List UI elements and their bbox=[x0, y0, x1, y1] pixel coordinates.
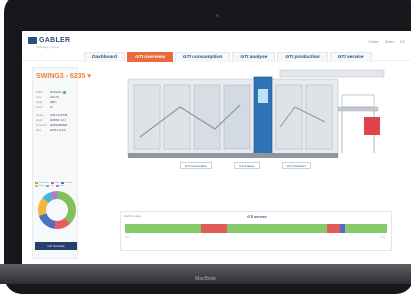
property-label: Article bbox=[36, 119, 43, 122]
timeline-end-label: 16:00 bbox=[379, 237, 385, 239]
legend-label: Stop bbox=[54, 182, 60, 184]
property-value: GHS 1.64.05.88 bbox=[50, 114, 68, 117]
status-timeline-bar bbox=[125, 224, 387, 233]
legend-label: Production bbox=[39, 182, 49, 184]
machine-buttons: GTI consumption GTI analyse GTI production bbox=[180, 162, 311, 169]
tab-dashboard[interactable]: Dashboard bbox=[84, 52, 126, 62]
machine-properties: Status Production Type GD 1.64 Serial 298 H Co… bbox=[36, 90, 78, 133]
legend-label: Service bbox=[65, 182, 73, 184]
legend-item: Idle bbox=[46, 185, 54, 187]
machine-selector[interactable]: SWING3 - 6235 ▾ bbox=[36, 72, 91, 80]
status-segment-production bbox=[125, 224, 201, 233]
property-value: Production bbox=[50, 91, 62, 94]
status-segment-production bbox=[227, 224, 327, 233]
header-tool-language[interactable]: DE bbox=[400, 40, 405, 44]
property-label: Type bbox=[36, 96, 42, 99]
status-segment-production bbox=[345, 224, 387, 233]
laptop-brand-label: MacBook bbox=[195, 276, 216, 282]
status-segment-stop bbox=[200, 224, 228, 233]
gti-service-panel: Machine status GTI service 8:00 16:00 bbox=[120, 211, 392, 251]
legend-swatch bbox=[46, 185, 50, 187]
button-gti-production[interactable]: GTI production bbox=[281, 162, 311, 169]
nav-tabs: Dashboard GTI overview GTI consumption GTI … bbox=[84, 52, 372, 62]
tab-gti-service[interactable]: GTI service bbox=[329, 52, 372, 62]
logo-mark-icon bbox=[28, 37, 37, 44]
machine-illustration bbox=[127, 69, 385, 158]
property-label: Serial bbox=[36, 101, 43, 104]
machine-sidebar: SWING3 - 6235 ▾ Status Production Type GD 1… bbox=[32, 67, 91, 259]
timeline-start-label: 8:00 bbox=[125, 237, 130, 239]
legend-item: Other bbox=[55, 185, 65, 187]
sidebar-overview-button[interactable]: GTI Overview bbox=[35, 242, 77, 250]
status-segment-stop bbox=[326, 224, 340, 233]
property-label: Status bbox=[36, 91, 43, 94]
legend-item: Stop bbox=[50, 182, 60, 184]
property-label: Date bbox=[36, 129, 42, 132]
legend-label: Other bbox=[59, 185, 65, 187]
button-gti-analyse[interactable]: GTI analyse bbox=[234, 162, 260, 169]
status-donut-chart bbox=[38, 191, 76, 229]
logo-tagline: Technology you trust bbox=[36, 46, 59, 49]
tab-gti-production[interactable]: GTI production bbox=[277, 52, 328, 62]
header-tools: Gabler Dieter DE bbox=[368, 40, 405, 44]
property-row: Date 08.05.2 10 min bbox=[36, 128, 78, 133]
legend-swatch bbox=[35, 182, 38, 184]
property-label: Tooling bbox=[36, 114, 44, 117]
header-tool-user[interactable]: Dieter bbox=[385, 40, 394, 44]
property-value: 24 bbox=[50, 106, 53, 109]
legend-swatch bbox=[55, 185, 59, 187]
legend-item: Service bbox=[61, 182, 72, 184]
logo[interactable]: GABLER bbox=[28, 37, 70, 44]
property-label: Personnel bbox=[36, 124, 47, 127]
donut-slice-service bbox=[38, 213, 56, 229]
property-value: WZ2356 / 2.14 bbox=[50, 119, 66, 122]
camera bbox=[216, 14, 219, 17]
property-value: 08.05.2 10 min bbox=[50, 129, 66, 132]
legend-item: Setup bbox=[35, 185, 44, 187]
panel-title: GTI service bbox=[247, 215, 267, 219]
tab-gti-consumption[interactable]: GTI consumption bbox=[174, 52, 231, 62]
legend-swatch bbox=[61, 182, 65, 184]
header-tool-company[interactable]: Gabler bbox=[368, 40, 379, 44]
legend-item: Production bbox=[35, 182, 49, 184]
legend-swatch bbox=[35, 185, 38, 187]
property-value: 298 H bbox=[50, 101, 57, 104]
property-label: Count bbox=[36, 106, 43, 109]
donut-slice-production bbox=[57, 191, 76, 224]
legend-label: Idle bbox=[50, 185, 54, 187]
donut-legend: Production Stop Service Setup Idle Other bbox=[35, 182, 79, 187]
property-value: GD 1.64 bbox=[50, 96, 59, 99]
app-header: GABLER Technology you trust Gabler Diete… bbox=[22, 31, 411, 62]
status-indicator-icon bbox=[63, 91, 67, 94]
button-gti-consumption[interactable]: GTI consumption bbox=[180, 162, 213, 169]
logo-text: GABLER bbox=[39, 37, 71, 44]
property-value: 1150/2019/6923 bbox=[50, 124, 68, 127]
app-screen: GABLER Technology you trust Gabler Diete… bbox=[22, 31, 411, 266]
legend-label: Setup bbox=[39, 185, 45, 187]
tab-gti-overview[interactable]: GTI overview bbox=[127, 52, 173, 62]
legend-swatch bbox=[50, 182, 54, 184]
tab-gti-analyse[interactable]: GTI analyse bbox=[232, 52, 276, 62]
